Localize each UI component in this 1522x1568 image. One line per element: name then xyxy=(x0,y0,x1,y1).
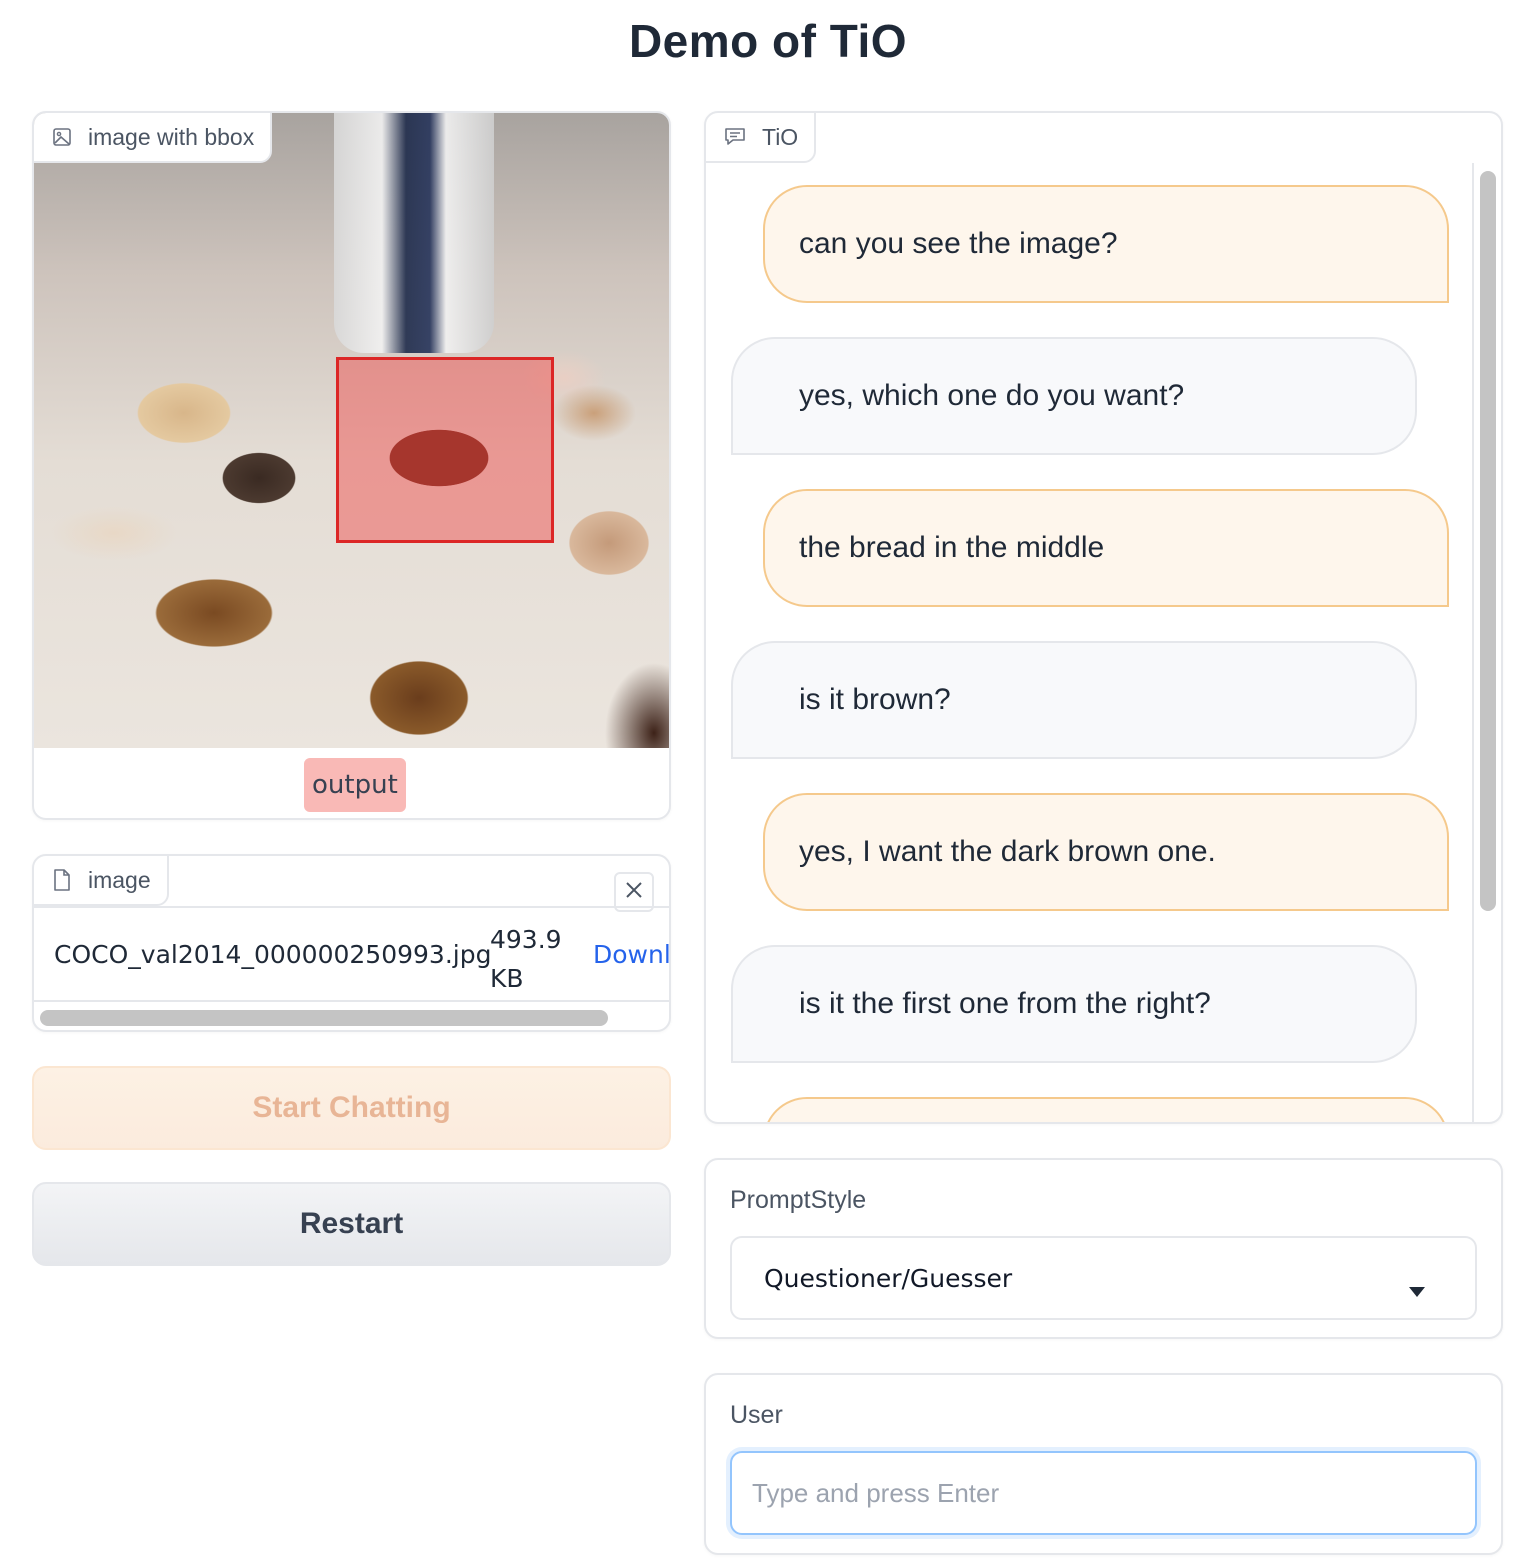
user-message: can you see the image? xyxy=(763,185,1449,303)
chatbot-label: TiO xyxy=(706,113,817,163)
bot-message: is it brown? xyxy=(731,641,1417,759)
image-output-label-text: image with bbox xyxy=(88,123,255,150)
image-output-panel: image with bbox output xyxy=(32,111,671,820)
prompt-style-value: Questioner/Guesser xyxy=(764,1263,1013,1293)
prompt-style-panel: PromptStyle Questioner/Guesser xyxy=(704,1158,1503,1339)
close-icon xyxy=(625,881,643,903)
horizontal-scrollbar-thumb[interactable] xyxy=(40,1010,608,1026)
file-row: COCO_val2014_000000250993.jpg 493.9 KB D… xyxy=(34,906,669,1002)
image-output-label: image with bbox xyxy=(34,113,273,163)
chat-scrollbar-track xyxy=(1472,163,1474,1122)
chat-icon xyxy=(724,127,746,147)
prompt-style-label: PromptStyle xyxy=(730,1186,867,1214)
output-image xyxy=(34,113,669,748)
restart-button[interactable]: Restart xyxy=(32,1182,671,1266)
chevron-down-icon xyxy=(1409,1274,1425,1303)
file-name: COCO_val2014_000000250993.jpg xyxy=(54,940,492,969)
image-background-object xyxy=(334,113,494,353)
image-icon xyxy=(52,127,72,147)
start-chatting-button[interactable]: Start Chatting xyxy=(32,1066,671,1150)
chatbot-label-text: TiO xyxy=(762,123,799,150)
download-link[interactable]: Downl xyxy=(593,940,669,969)
file-size: 493.9 KB xyxy=(490,925,562,993)
horizontal-scrollbar[interactable] xyxy=(40,1010,665,1026)
user-message: the bread in the middle xyxy=(763,489,1449,607)
user-message xyxy=(763,1097,1449,1122)
chatbot-panel: TiO can you see the image? yes, which on… xyxy=(704,111,1503,1124)
chat-scrollbar-thumb[interactable] xyxy=(1480,171,1496,911)
bot-message: yes, which one do you want? xyxy=(731,337,1417,455)
file-upload-panel: image COCO_val2014_000000250993.jpg 493.… xyxy=(32,854,671,1032)
bot-message: is it the first one from the right? xyxy=(731,945,1417,1063)
prompt-style-dropdown[interactable]: Questioner/Guesser xyxy=(730,1236,1477,1320)
file-icon xyxy=(52,869,72,891)
user-input-panel: User xyxy=(704,1373,1503,1555)
chat-messages[interactable]: can you see the image? yes, which one do… xyxy=(706,163,1476,1122)
user-input-label: User xyxy=(730,1401,783,1429)
output-tag: output xyxy=(304,758,406,812)
file-upload-label-text: image xyxy=(88,866,151,893)
user-message: yes, I want the dark brown one. xyxy=(763,793,1449,911)
file-upload-label: image xyxy=(34,856,169,906)
bounding-box xyxy=(336,357,554,543)
page-title: Demo of TiO xyxy=(628,15,908,67)
user-message-input[interactable] xyxy=(730,1451,1477,1535)
